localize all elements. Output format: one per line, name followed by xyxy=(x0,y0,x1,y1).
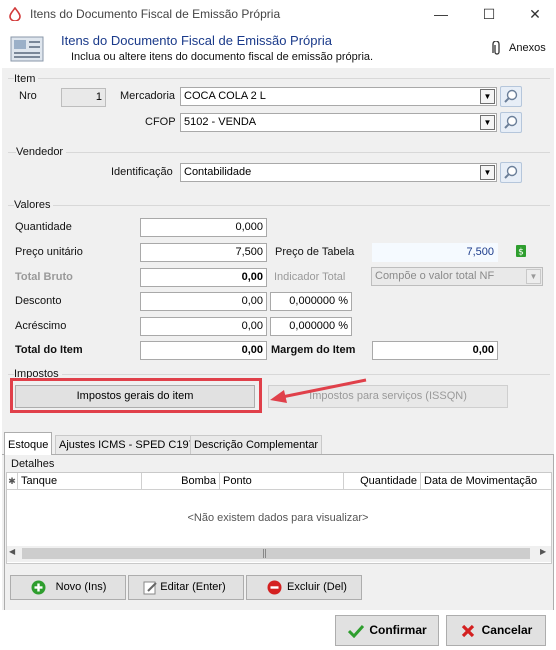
valores-group xyxy=(8,205,550,206)
quantidade-field[interactable]: 0,000 xyxy=(140,218,267,237)
chevron-down-icon[interactable]: ▼ xyxy=(480,89,495,104)
svg-text:$: $ xyxy=(518,248,524,258)
vendedor-group xyxy=(8,152,550,153)
cfop-combo[interactable]: 5102 - VENDA ▼ xyxy=(180,113,497,132)
empty-grid-message: <Não existem dados para visualizar> xyxy=(187,512,369,524)
column-header[interactable]: Ponto xyxy=(220,473,344,490)
acrescimo-field[interactable]: 0,00 xyxy=(140,317,267,336)
tab-ajustes-icms[interactable]: Ajustes ICMS - SPED C197 xyxy=(55,435,199,454)
search-icon xyxy=(504,165,518,179)
column-header[interactable]: Data de Movimentação xyxy=(421,473,551,490)
editar-button-label: Editar (Enter) xyxy=(160,581,226,593)
indicador-total-value: Compõe o valor total NF xyxy=(375,270,495,282)
grid-indicator-header: ✱ xyxy=(7,473,18,490)
tab-descricao-complementar[interactable]: Descrição Complementar xyxy=(190,435,323,454)
mercadoria-label: Mercadoria xyxy=(120,90,176,102)
cfop-label: CFOP xyxy=(145,116,176,128)
x-icon xyxy=(461,624,475,638)
scroll-left-arrow[interactable]: ◀ xyxy=(9,547,15,556)
edit-icon xyxy=(143,581,157,595)
arrow-annotation xyxy=(270,378,367,403)
minus-icon xyxy=(267,580,282,595)
chevron-down-icon[interactable]: ▼ xyxy=(480,115,495,130)
identificacao-label: Identificação xyxy=(111,166,173,178)
header-title: Itens do Documento Fiscal de Emissão Pró… xyxy=(61,33,332,48)
close-button[interactable]: ✕ xyxy=(512,0,556,28)
column-header[interactable]: Tanque xyxy=(18,473,142,490)
app-logo-icon xyxy=(9,7,21,21)
acrescimo-label: Acréscimo xyxy=(15,320,67,332)
total-item-field: 0,00 xyxy=(140,341,267,360)
confirmar-button-label: Confirmar xyxy=(369,623,427,637)
preco-unitario-field[interactable]: 7,500 xyxy=(140,243,267,262)
valores-group-label: Valores xyxy=(14,199,54,211)
chevron-down-icon[interactable]: ▼ xyxy=(480,165,495,180)
identificacao-combo[interactable]: Contabilidade ▼ xyxy=(180,163,497,182)
cfop-value: 5102 - VENDA xyxy=(184,116,257,128)
desconto-label: Desconto xyxy=(15,295,62,307)
scroll-right-arrow[interactable]: ▶ xyxy=(540,547,546,556)
total-item-label: Total do Item xyxy=(15,344,83,356)
paperclip-icon[interactable] xyxy=(492,41,502,56)
cancelar-button-label: Cancelar xyxy=(481,623,533,637)
form-icon xyxy=(10,36,44,62)
margem-item-field: 0,00 xyxy=(372,341,498,360)
plus-icon xyxy=(31,580,46,595)
desconto-percent-field[interactable]: 0,000000 % xyxy=(270,292,352,311)
quantidade-label: Quantidade xyxy=(15,221,72,233)
header-subtitle: Inclua ou altere itens do documento fisc… xyxy=(71,51,374,63)
column-header[interactable]: Quantidade xyxy=(344,473,421,490)
nro-field: 1 xyxy=(61,88,106,107)
nro-label: Nro xyxy=(19,90,37,102)
impostos-gerais-button[interactable]: Impostos gerais do item xyxy=(15,385,255,408)
acrescimo-percent-field[interactable]: 0,000000 % xyxy=(270,317,352,336)
excluir-button[interactable]: Excluir (Del) xyxy=(246,575,362,600)
novo-button[interactable]: Novo (Ins) xyxy=(10,575,126,600)
item-group xyxy=(8,78,550,79)
vendedor-group-label: Vendedor xyxy=(16,146,67,158)
checkmark-icon xyxy=(348,624,364,638)
mercadoria-search-button[interactable] xyxy=(500,86,522,107)
search-icon xyxy=(504,115,518,129)
margem-item-label: Margem do Item xyxy=(271,344,356,356)
money-icon[interactable]: $ xyxy=(515,244,527,258)
desconto-field[interactable]: 0,00 xyxy=(140,292,267,311)
vendedor-search-button[interactable] xyxy=(500,162,522,183)
maximize-button[interactable]: ☐ xyxy=(466,0,512,28)
identificacao-value: Contabilidade xyxy=(184,166,252,178)
column-header[interactable]: Bomba xyxy=(142,473,220,490)
excluir-button-label: Excluir (Del) xyxy=(287,581,347,593)
confirmar-button[interactable]: Confirmar xyxy=(335,615,439,646)
preco-tabela-field: 7,500 xyxy=(372,243,498,262)
chevron-down-icon: ▼ xyxy=(526,269,541,284)
novo-button-label: Novo (Ins) xyxy=(55,581,107,593)
scroll-thumb[interactable] xyxy=(22,548,530,559)
anexos-link[interactable]: Anexos xyxy=(509,42,546,54)
mercadoria-combo[interactable]: COCA COLA 2 L ▼ xyxy=(180,87,497,106)
total-bruto-field: 0,00 xyxy=(140,268,267,287)
scroll-grip xyxy=(263,549,266,558)
cfop-search-button[interactable] xyxy=(500,112,522,133)
total-bruto-label: Total Bruto xyxy=(15,271,73,283)
tab-estoque[interactable]: Estoque xyxy=(4,432,53,455)
editar-button[interactable]: Editar (Enter) xyxy=(128,575,244,600)
window-title: Itens do Documento Fiscal de Emissão Pró… xyxy=(30,7,281,21)
indicador-total-combo: Compõe o valor total NF ▼ xyxy=(371,267,543,286)
item-group-label: Item xyxy=(14,73,39,85)
mercadoria-value: COCA COLA 2 L xyxy=(184,90,266,102)
preco-unitario-label: Preço unitário xyxy=(15,246,83,258)
search-icon xyxy=(504,89,518,103)
detalhes-label: Detalhes xyxy=(11,458,55,470)
cancelar-button[interactable]: Cancelar xyxy=(446,615,546,646)
indicador-total-label: Indicador Total xyxy=(274,271,346,283)
preco-tabela-label: Preço de Tabela xyxy=(275,246,355,258)
minimize-button[interactable]: — xyxy=(418,0,464,28)
